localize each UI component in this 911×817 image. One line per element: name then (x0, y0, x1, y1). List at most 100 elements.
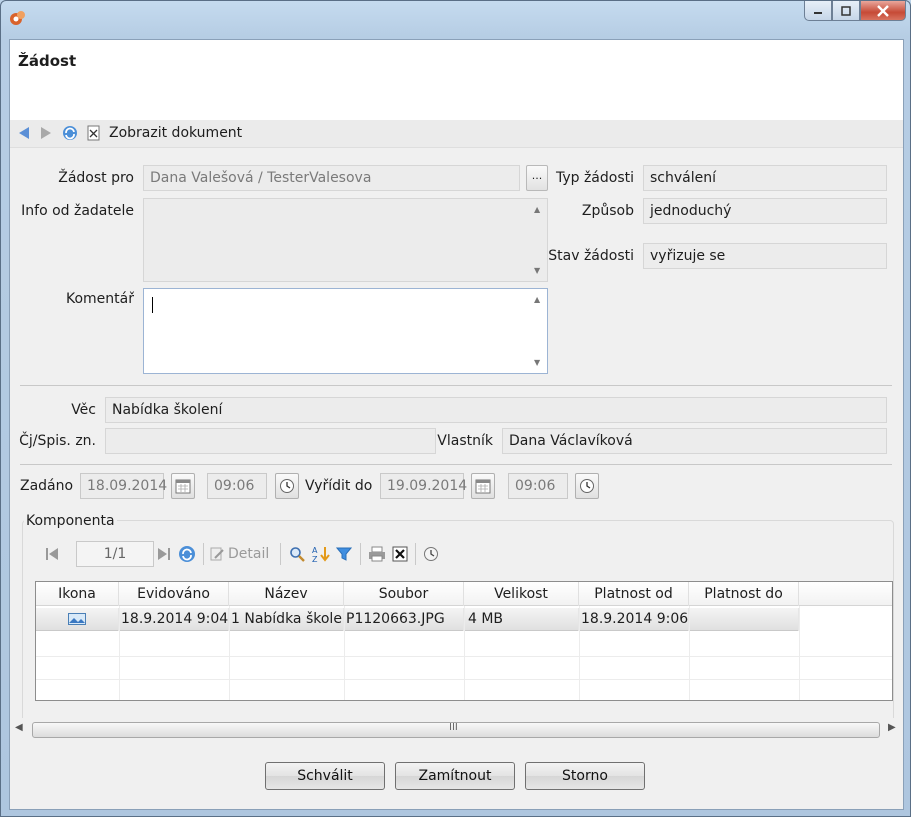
zadost-pro-field[interactable]: Dana Valešová / TesterValesova (143, 165, 520, 191)
vyridit-time-button[interactable] (575, 473, 599, 499)
refresh-icon (63, 126, 77, 140)
zadost-pro-label: Žádost pro (58, 170, 134, 186)
scroll-right-icon[interactable]: ▶ (888, 722, 896, 733)
forward-button[interactable] (39, 124, 53, 142)
zpusob-label: Způsob (581, 203, 634, 219)
edit-document-icon (210, 547, 224, 561)
column-header-ikona[interactable]: Ikona (36, 582, 119, 606)
stav-field[interactable]: vyřizuje se (643, 243, 887, 269)
back-button[interactable] (17, 124, 31, 142)
minimize-icon (814, 11, 822, 14)
close-button[interactable] (860, 1, 906, 21)
row-platnost-do (689, 608, 799, 631)
toolbar-separator (280, 543, 281, 565)
grid-line (579, 606, 580, 700)
scroll-left-icon[interactable]: ◀ (15, 722, 23, 733)
scrollbar-grip: III (449, 722, 458, 733)
typ-zadosti-field[interactable]: schválení (643, 165, 887, 191)
export-excel-button[interactable] (392, 543, 408, 565)
column-header-platnost-od[interactable]: Platnost od (579, 582, 689, 606)
page-title: Žádost (18, 52, 77, 70)
komentar-scrollbar[interactable]: ▲ ▼ (529, 289, 547, 373)
komentar-textarea[interactable]: ▲ ▼ (143, 288, 548, 374)
column-header-velikost[interactable]: Velikost (464, 582, 579, 606)
info-label: Info od žadatele (21, 203, 134, 219)
row-soubor: P1120663.JPG (344, 608, 464, 631)
vyridit-date-field[interactable]: 19.09.2014 (380, 473, 467, 499)
scroll-down-icon: ▼ (534, 266, 541, 275)
zadano-label: Zadáno (20, 478, 74, 494)
grid-line (229, 606, 230, 700)
column-header-soubor[interactable]: Soubor (344, 582, 464, 606)
first-page-icon (46, 548, 58, 560)
minimize-button[interactable] (804, 1, 832, 21)
filter-button[interactable] (336, 543, 352, 565)
arrow-right-icon (41, 127, 51, 139)
row-icon-cell (36, 608, 119, 631)
window-controls (804, 1, 906, 21)
search-icon (290, 547, 305, 562)
show-document-label[interactable]: Zobrazit dokument (109, 125, 242, 141)
grid-line (119, 606, 120, 700)
table-header: Ikona Evidováno Název Soubor Velikost Pl… (36, 582, 892, 606)
scrollbar-thumb[interactable]: III (32, 722, 880, 738)
scroll-up-icon: ▲ (534, 295, 541, 304)
clock-icon (580, 479, 594, 493)
dialog-window: Žádost Zobrazit dokument Žádost pro Dana… (0, 0, 911, 817)
toolbar-separator (360, 543, 361, 565)
grid-line (344, 606, 345, 700)
history-icon (424, 547, 438, 561)
zpusob-field[interactable]: jednoduchý (643, 198, 887, 224)
zadano-date-field[interactable]: 18.09.2014 (80, 473, 167, 499)
zadano-time-button[interactable] (275, 473, 299, 499)
maximize-button[interactable] (832, 1, 860, 21)
column-header-platnost-do[interactable]: Platnost do (689, 582, 799, 606)
approve-button[interactable]: Schválit (265, 762, 385, 790)
history-button[interactable] (423, 543, 439, 565)
vec-field[interactable]: Nabídka školení (105, 397, 887, 423)
last-page-button[interactable] (157, 543, 171, 565)
calendar-icon (475, 479, 491, 494)
search-button[interactable] (289, 543, 305, 565)
sort-button[interactable]: AZ (312, 543, 330, 565)
info-field[interactable]: ▲ ▼ (143, 198, 548, 282)
horizontal-scrollbar[interactable]: ◀ III ▶ (10, 718, 903, 742)
calendar-icon (175, 479, 191, 494)
show-document-button[interactable] (86, 124, 102, 142)
cancel-button[interactable]: Storno (525, 762, 645, 790)
toolbar-separator (203, 543, 204, 565)
cj-label: Čj/Spis. zn. (19, 433, 96, 449)
close-icon (877, 4, 889, 17)
clock-icon (280, 479, 294, 493)
print-button[interactable] (368, 543, 386, 565)
pager-field[interactable]: 1/1 (76, 541, 154, 567)
grid-refresh-button[interactable] (178, 543, 196, 565)
sort-az-icon: AZ (312, 546, 330, 563)
detail-button[interactable]: Detail (209, 543, 269, 565)
excel-icon (392, 546, 408, 562)
header-panel: Žádost (10, 40, 903, 120)
column-header-nazev[interactable]: Název (229, 582, 344, 606)
vec-label: Věc (71, 402, 96, 418)
refresh-button[interactable] (62, 124, 78, 142)
vlastnik-field[interactable]: Dana Václavíková (502, 428, 887, 454)
table-row[interactable]: 18.9.2014 9:04:07 1 Nabídka školení P112… (36, 608, 799, 631)
row-evidovano: 18.9.2014 9:04:07 (119, 608, 229, 631)
column-header-evidovano[interactable]: Evidováno (119, 582, 229, 606)
svg-text:A: A (312, 546, 318, 555)
vyridit-calendar-button[interactable] (471, 473, 495, 499)
detail-label: Detail (228, 546, 270, 562)
last-page-icon (158, 548, 170, 560)
divider (20, 464, 892, 465)
first-page-button[interactable] (45, 543, 59, 565)
komentar-label: Komentář (66, 291, 134, 307)
reject-button[interactable]: Zamítnout (395, 762, 515, 790)
zadano-time-field[interactable]: 09:06 (207, 473, 267, 499)
refresh-icon (179, 546, 195, 562)
zadano-calendar-button[interactable] (171, 473, 195, 499)
cj-field[interactable] (105, 428, 436, 454)
maximize-icon (841, 5, 851, 16)
print-icon (369, 546, 385, 562)
components-table: Ikona Evidováno Název Soubor Velikost Pl… (35, 581, 893, 701)
vyridit-time-field[interactable]: 09:06 (508, 473, 568, 499)
